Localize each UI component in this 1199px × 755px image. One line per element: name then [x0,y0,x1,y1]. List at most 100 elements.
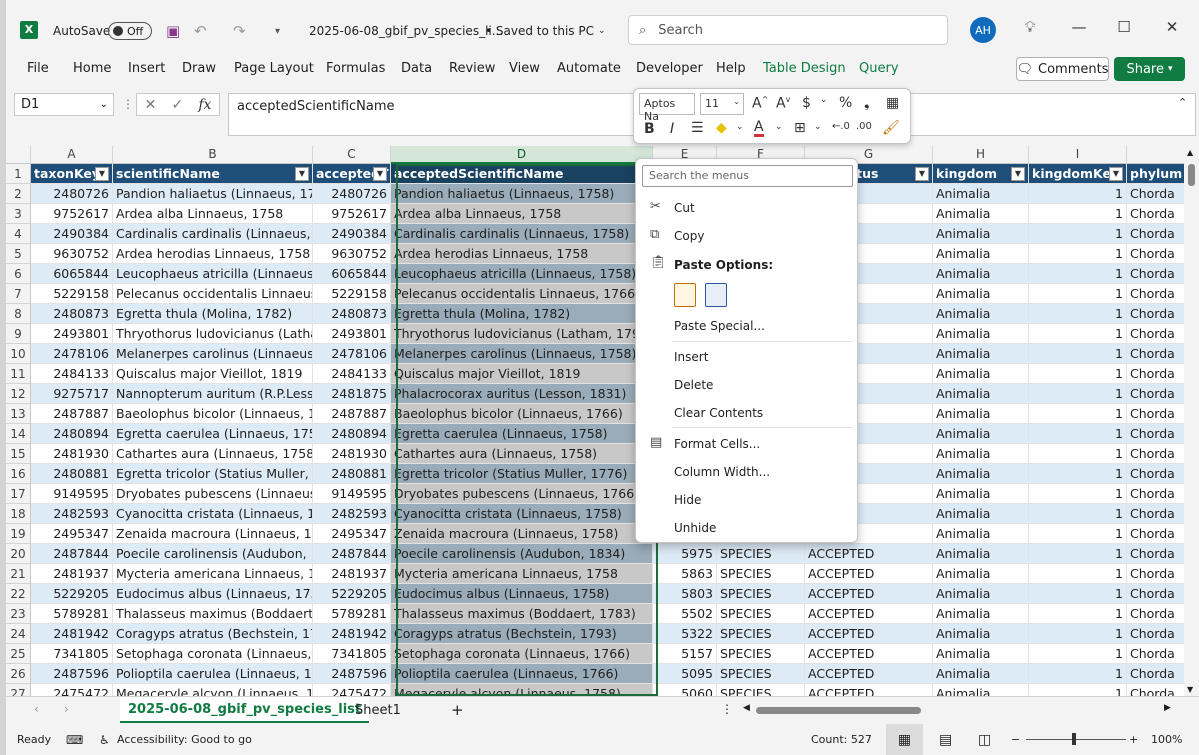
table-cell[interactable]: 2480873 [31,304,113,324]
tab-help[interactable]: Help [716,61,746,76]
row-header[interactable]: 8 [6,304,31,324]
fill-color-icon[interactable]: ◆ [716,120,727,136]
table-cell[interactable]: 1 [1029,524,1127,544]
comments-button[interactable]: 🗨︎ Comments [1016,57,1109,81]
table-cell[interactable]: 2495347 [313,524,391,544]
table-cell[interactable]: Chorda [1127,204,1187,224]
table-cell[interactable]: Animalia [933,404,1029,424]
table-cell[interactable]: 1 [1029,344,1127,364]
column-header-j[interactable] [1127,146,1187,164]
table-cell[interactable]: 5229205 [31,584,113,604]
table-cell[interactable]: 1 [1029,404,1127,424]
table-cell[interactable]: Animalia [933,684,1029,696]
table-cell[interactable]: 2487887 [313,404,391,424]
font-name-dropdown[interactable]: Aptos Na [639,93,695,123]
menu-item-delete[interactable]: Delete [674,378,713,392]
table-cell[interactable]: Ardea herodias Linnaeus, 1758 [391,244,653,264]
normal-view-icon[interactable]: ▦ [886,724,923,755]
table-cell[interactable]: Animalia [933,364,1029,384]
table-cell[interactable]: Pelecanus occidentalis Linnaeus [113,284,313,304]
menu-item-hide[interactable]: Hide [674,493,701,507]
table-cell[interactable]: Thryothorus ludovicianus (Latha [113,324,313,344]
add-sheet-icon[interactable]: + [451,701,464,719]
table-cell[interactable]: ACCEPTED [805,564,933,584]
table-cell[interactable]: 5060 [653,684,717,696]
table-cell[interactable]: Animalia [933,624,1029,644]
table-cell[interactable]: Phalacrocorax auritus (Lesson, 1831) [391,384,653,404]
zoom-out-icon[interactable]: − [1011,733,1020,746]
row-header[interactable]: 1 [6,164,31,184]
table-cell[interactable]: Chorda [1127,504,1187,524]
increase-decimal-icon[interactable]: ←.0 [832,121,850,132]
table-cell[interactable]: SPECIES [717,644,805,664]
tab-review[interactable]: Review [449,61,495,76]
table-cell[interactable]: Megaceryle alcyon (Linnaeus, 1758) [391,684,653,696]
table-cell[interactable]: Coragyps atratus (Bechstein, 17 [113,624,313,644]
row-header[interactable]: 10 [6,344,31,364]
table-cell[interactable]: 1 [1029,464,1127,484]
table-cell[interactable]: Cathartes aura (Linnaeus, 1758) [113,444,313,464]
column-header-a[interactable]: A [31,146,113,164]
table-cell[interactable]: 2480726 [31,184,113,204]
table-cell[interactable]: Eudocimus albus (Linnaeus, 175 [113,584,313,604]
select-all-corner[interactable] [6,146,31,164]
table-cell[interactable]: Pandion haliaetus (Linnaeus, 1758) [391,184,653,204]
table-cell[interactable]: Animalia [933,604,1029,624]
table-cell[interactable]: 5229158 [31,284,113,304]
scroll-down-icon[interactable]: ▼ [1187,685,1193,694]
sheet-tab-active[interactable]: 2025-06-08_gbif_pv_species_list [120,697,370,723]
table-cell[interactable]: Eudocimus albus (Linnaeus, 1758) [391,584,653,604]
row-header[interactable]: 12 [6,384,31,404]
chevron-down-icon[interactable]: ⌄ [814,122,822,132]
avatar[interactable]: AH [970,17,996,43]
enter-icon[interactable]: ✓ [171,97,183,113]
table-cell[interactable]: 1 [1029,224,1127,244]
table-cell[interactable]: Poecile carolinensis (Audubon, [113,544,313,564]
customize-toolbar-icon[interactable]: ▾ [275,20,280,42]
table-cell[interactable]: 5789281 [31,604,113,624]
vertical-scrollbar[interactable]: ▲ ▼ [1184,146,1199,696]
table-header-cell[interactable]: scientificName ▼ [113,164,313,184]
table-cell[interactable]: SPECIES [717,684,805,696]
tab-page-layout[interactable]: Page Layout [234,61,314,76]
table-cell[interactable]: Thalasseus maximus (Boddaert, [113,604,313,624]
lightbulb-icon[interactable]: 💡︎ [1016,18,1044,36]
table-cell[interactable]: 2487844 [313,544,391,564]
row-header[interactable]: 2 [6,184,31,204]
italic-icon[interactable]: I [670,121,674,137]
row-header[interactable]: 7 [6,284,31,304]
table-cell[interactable]: Polioptila caerulea (Linnaeus, 17 [113,664,313,684]
table-cell[interactable]: Cyanocitta cristata (Linnaeus, 17 [113,504,313,524]
table-cell[interactable]: Mycteria americana Linnaeus, 1758 [391,564,653,584]
table-cell[interactable]: Chorda [1127,244,1187,264]
table-cell[interactable]: 6065844 [31,264,113,284]
table-cell[interactable]: 9149595 [31,484,113,504]
table-cell[interactable]: Leucophaeus atricilla (Linnaeus, 1758) [391,264,653,284]
table-cell[interactable]: Chorda [1127,524,1187,544]
next-sheet-icon[interactable]: › [64,702,69,716]
table-cell[interactable]: Nannopterum auritum (R.P.Less [113,384,313,404]
menu-item-insert[interactable]: Insert [674,350,708,364]
tab-draw[interactable]: Draw [182,61,216,76]
collapse-formula-icon[interactable]: ⌃ [1178,96,1187,109]
table-cell[interactable]: Chorda [1127,224,1187,244]
row-header[interactable]: 6 [6,264,31,284]
table-cell[interactable]: 2487596 [31,664,113,684]
filter-dropdown-icon[interactable]: ▼ [95,167,109,181]
table-cell[interactable]: 1 [1029,684,1127,696]
row-header[interactable]: 5 [6,244,31,264]
save-status[interactable]: • Saved to this PC ⌄ [485,20,606,42]
row-header[interactable]: 23 [6,604,31,624]
table-cell[interactable]: Dryobates pubescens (Linnaeus, 1766) [391,484,653,504]
table-cell[interactable]: 7341805 [31,644,113,664]
table-cell[interactable]: 2495347 [31,524,113,544]
table-cell[interactable]: 2484133 [313,364,391,384]
table-cell[interactable]: ACCEPTED [805,684,933,696]
table-cell[interactable]: Animalia [933,484,1029,504]
table-cell[interactable]: Animalia [933,644,1029,664]
table-cell[interactable]: 5095 [653,664,717,684]
percent-icon[interactable]: % [839,95,852,111]
table-cell[interactable]: 1 [1029,584,1127,604]
zoom-in-icon[interactable]: + [1129,733,1138,746]
table-cell[interactable]: Animalia [933,384,1029,404]
